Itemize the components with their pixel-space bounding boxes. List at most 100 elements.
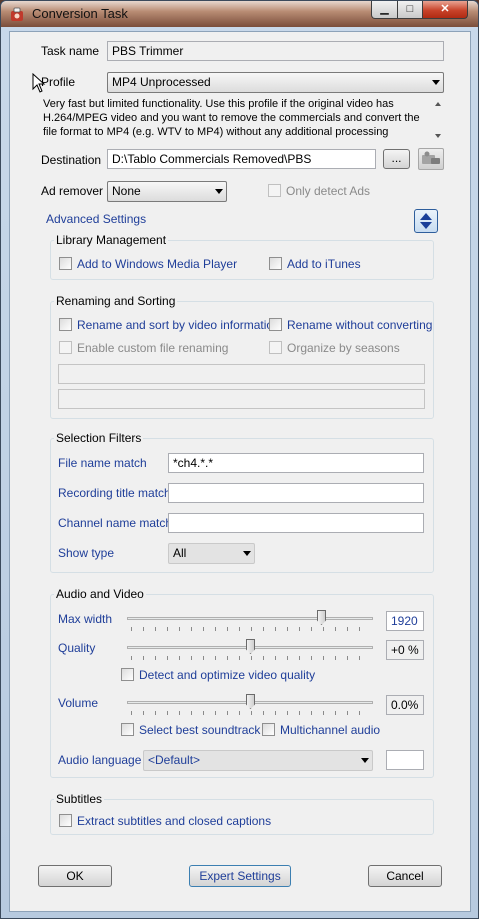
rename-sort-label: Rename and sort by video information <box>77 318 280 332</box>
chevron-down-icon <box>361 758 369 763</box>
mouse-cursor-icon <box>32 73 46 93</box>
expand-collapse-icon <box>420 213 432 229</box>
organize-seasons-label: Organize by seasons <box>287 341 400 355</box>
add-to-wmp-checkbox[interactable] <box>59 257 72 270</box>
max-width-label: Max width <box>58 612 113 626</box>
chevron-down-icon <box>432 80 440 85</box>
max-width-ticks <box>131 627 369 631</box>
rename-without-converting-checkbox[interactable] <box>269 318 282 331</box>
conversion-task-window: Conversion Task ▁ □ ✕ Task name PBS Trim… <box>0 0 479 919</box>
quality-thumb[interactable] <box>246 639 255 654</box>
renaming-sorting-title: Renaming and Sorting <box>54 294 178 308</box>
minimize-icon: ▁ <box>380 3 389 15</box>
ok-button[interactable]: OK <box>38 865 112 887</box>
add-to-wmp-label: Add to Windows Media Player <box>77 257 238 271</box>
rename-sort-checkbox[interactable] <box>59 318 72 331</box>
scroll-up-icon[interactable] <box>435 102 441 106</box>
app-icon <box>11 7 23 21</box>
quality-slider[interactable] <box>127 639 373 661</box>
close-icon: ✕ <box>440 3 450 15</box>
destination-input[interactable]: D:\Tablo Commercials Removed\PBS <box>107 149 376 169</box>
volume-label: Volume <box>58 696 99 710</box>
profile-description-line-1: Very fast but limited functionality. Use… <box>43 98 394 110</box>
cancel-button[interactable]: Cancel <box>368 865 442 887</box>
channel-name-match-input[interactable] <box>168 513 424 533</box>
organize-seasons-checkbox[interactable] <box>269 341 282 354</box>
show-type-label: Show type <box>58 546 115 560</box>
multichannel-label: Multichannel audio <box>280 723 381 737</box>
extract-subtitles-checkbox[interactable] <box>59 814 72 827</box>
multichannel-checkbox[interactable] <box>262 723 275 736</box>
dialog-body: Task name PBS Trimmer Profile MP4 Unproc… <box>9 31 471 912</box>
volume-thumb[interactable] <box>246 694 255 709</box>
close-button[interactable]: ✕ <box>422 1 468 19</box>
network-folder-icon <box>422 151 440 164</box>
network-drive-button[interactable] <box>418 148 444 170</box>
best-soundtrack-checkbox[interactable] <box>121 723 134 736</box>
profile-description-line-2: H.264/MPEG video and you want to remove … <box>43 112 420 124</box>
channel-name-match-label: Channel name match <box>58 516 173 530</box>
maximize-icon: □ <box>406 3 414 15</box>
quality-value: +0 % <box>386 640 424 660</box>
recording-title-match-input[interactable] <box>168 483 424 503</box>
file-name-match-input[interactable]: *ch4.*.* <box>168 453 424 473</box>
max-width-input[interactable]: 1920 <box>386 611 424 631</box>
destination-label: Destination <box>41 153 102 167</box>
profile-select[interactable]: MP4 Unprocessed <box>107 72 444 93</box>
volume-ticks <box>131 711 369 715</box>
only-detect-ads-label: Only detect Ads <box>286 184 371 198</box>
browse-button[interactable]: ... <box>383 149 410 169</box>
max-width-thumb[interactable] <box>317 610 326 625</box>
custom-rename-pattern-input-2[interactable] <box>58 389 425 409</box>
detect-optimize-checkbox[interactable] <box>121 668 134 681</box>
ad-remover-label: Ad remover <box>41 184 104 198</box>
quality-ticks <box>131 656 369 660</box>
extract-subtitles-label: Extract subtitles and closed captions <box>77 814 272 828</box>
audio-language-select[interactable]: <Default> <box>143 750 373 771</box>
custom-renaming-label: Enable custom file renaming <box>77 341 229 355</box>
audio-language-select-value: <Default> <box>148 753 201 767</box>
title-bar[interactable]: Conversion Task ▁ □ ✕ <box>1 1 478 27</box>
profile-description: Very fast but limited functionality. Use… <box>43 98 446 142</box>
profile-select-value: MP4 Unprocessed <box>112 75 211 89</box>
audio-video-title: Audio and Video <box>54 587 146 601</box>
profile-description-line-3: file format to MP4 (e.g. WTV to MP4) wit… <box>43 126 389 138</box>
detect-optimize-label: Detect and optimize video quality <box>139 668 316 682</box>
expert-settings-button[interactable]: Expert Settings <box>189 865 291 887</box>
task-name-label: Task name <box>41 44 100 58</box>
description-scrollbar[interactable] <box>431 98 446 142</box>
quality-label: Quality <box>58 641 96 655</box>
window-title: Conversion Task <box>32 6 128 21</box>
collapse-advanced-button[interactable] <box>414 209 438 233</box>
subtitles-title: Subtitles <box>54 792 105 806</box>
selection-filters-title: Selection Filters <box>54 431 144 445</box>
max-width-track <box>127 617 373 620</box>
only-detect-ads-checkbox[interactable] <box>268 184 281 197</box>
custom-renaming-checkbox[interactable] <box>59 341 72 354</box>
ad-remover-select-value: None <box>112 184 141 198</box>
volume-value: 0.0% <box>386 695 424 715</box>
audio-language-label: Audio language <box>58 753 142 767</box>
show-type-select-value: All <box>173 546 187 560</box>
minimize-button[interactable]: ▁ <box>371 1 398 19</box>
chevron-down-icon <box>243 551 251 556</box>
show-type-select[interactable]: All <box>168 543 255 564</box>
custom-rename-pattern-input[interactable] <box>58 364 425 384</box>
task-name-input[interactable]: PBS Trimmer <box>107 41 444 61</box>
audio-language-code-input[interactable] <box>386 750 424 770</box>
best-soundtrack-label: Select best soundtrack <box>139 723 261 737</box>
add-to-itunes-checkbox[interactable] <box>269 257 282 270</box>
ad-remover-select[interactable]: None <box>107 181 227 202</box>
volume-slider[interactable] <box>127 694 373 716</box>
add-to-itunes-label: Add to iTunes <box>287 257 361 271</box>
library-management-title: Library Management <box>54 233 169 247</box>
scroll-down-icon[interactable] <box>435 134 441 138</box>
max-width-slider[interactable] <box>127 610 373 632</box>
maximize-button[interactable]: □ <box>397 1 423 19</box>
advanced-settings-label: Advanced Settings <box>46 212 147 226</box>
recording-title-match-label: Recording title match <box>58 486 171 500</box>
file-name-match-label: File name match <box>58 456 147 470</box>
chevron-down-icon <box>215 189 223 194</box>
rename-without-converting-label: Rename without converting <box>287 318 433 332</box>
profile-label: Profile <box>41 75 76 89</box>
